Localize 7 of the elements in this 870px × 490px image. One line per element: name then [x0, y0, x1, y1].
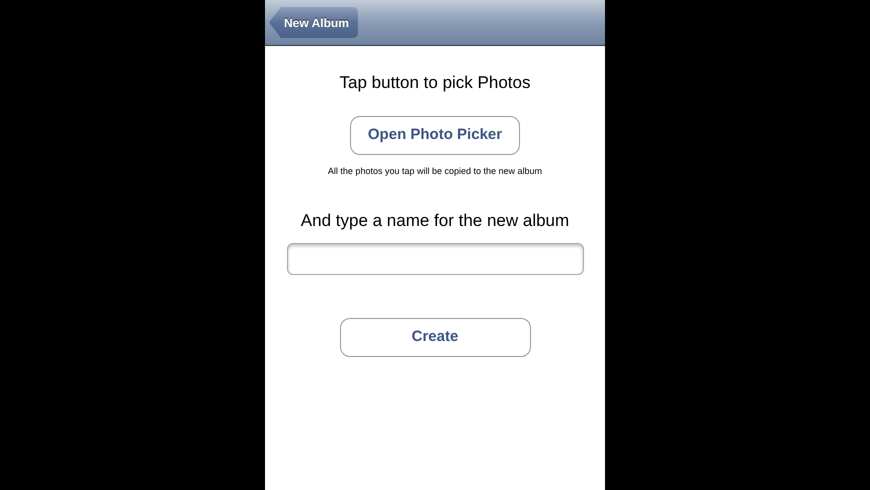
name-prompt: And type a name for the new album: [300, 210, 570, 232]
pick-prompt: Tap button to pick Photos: [340, 72, 530, 94]
create-button[interactable]: Create: [340, 318, 530, 356]
picker-hint: All the photos you tap will be copied to the new album: [328, 164, 542, 178]
open-photo-picker-button[interactable]: Open Photo Picker: [350, 116, 520, 154]
back-button[interactable]: New Album: [269, 7, 358, 38]
album-name-field[interactable]: [286, 242, 584, 274]
